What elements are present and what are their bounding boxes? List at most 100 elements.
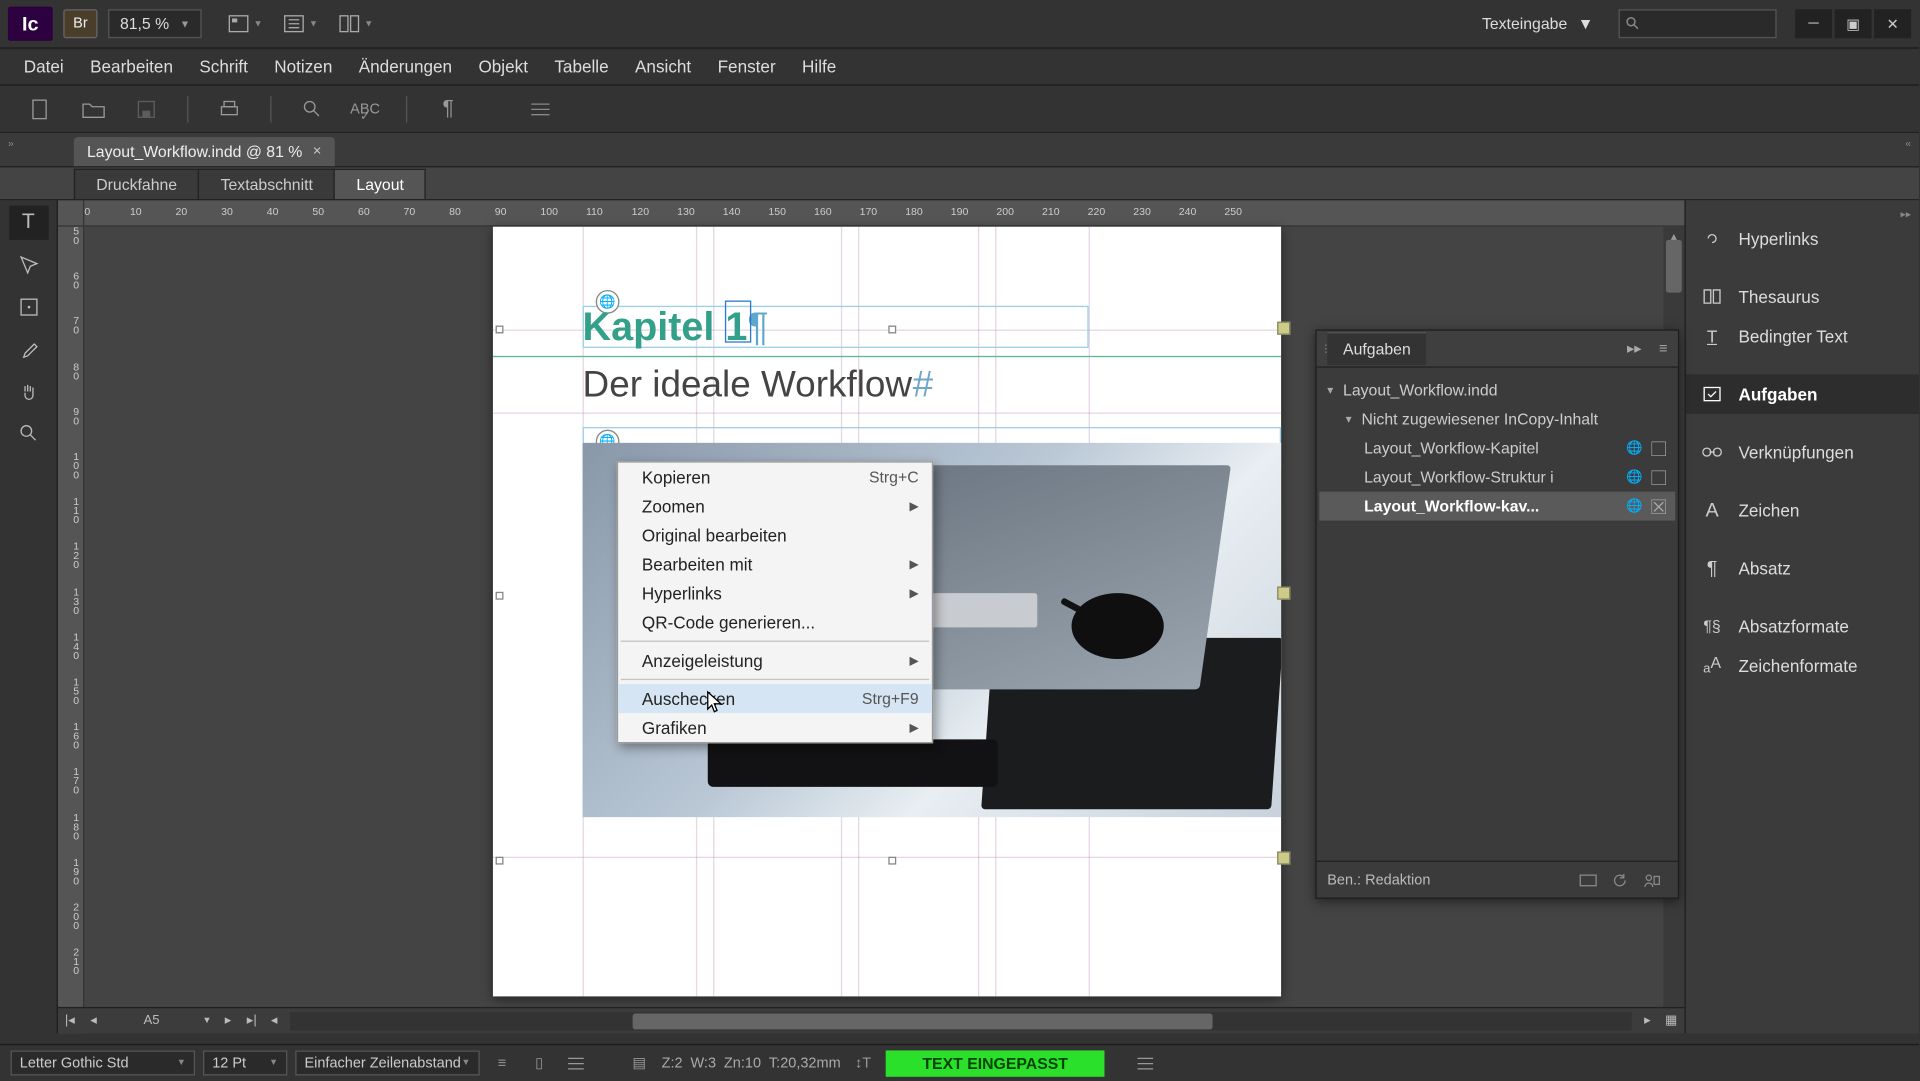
- vertical-ruler[interactable]: 5060708090100110120130140150160170180190…: [58, 227, 84, 1034]
- spellcheck-icon[interactable]: ABC✓: [351, 94, 380, 123]
- horizontal-ruler[interactable]: 0102030405060708090100110120130140150160…: [84, 200, 1684, 226]
- frame-handle[interactable]: [496, 326, 504, 334]
- prev-page-button[interactable]: ◂: [82, 1014, 106, 1028]
- assignment-tree-row[interactable]: Layout_Workflow-Struktur i🌐: [1319, 463, 1675, 492]
- dock-panel-verknüpfungen[interactable]: Verknüpfungen: [1686, 432, 1919, 472]
- window-close-button[interactable]: ✕: [1874, 9, 1911, 38]
- context-menu-item[interactable]: Grafiken▶: [618, 713, 932, 742]
- open-icon[interactable]: [79, 94, 108, 123]
- frame-outport[interactable]: [1277, 322, 1290, 335]
- menu-schrift[interactable]: Schrift: [186, 51, 261, 81]
- dock-panel-hyperlinks[interactable]: Hyperlinks: [1686, 219, 1919, 259]
- copyfit-icon[interactable]: ↕T: [849, 1050, 878, 1075]
- depth-icon[interactable]: ▯: [525, 1050, 554, 1075]
- menu-datei[interactable]: Datei: [11, 51, 77, 81]
- dock-panel-aufgaben[interactable]: Aufgaben: [1686, 374, 1919, 414]
- collapse-dock-icon[interactable]: ▸▸: [1686, 208, 1919, 219]
- ruler-origin[interactable]: [58, 200, 84, 226]
- context-menu-item[interactable]: QR-Code generieren...: [618, 608, 932, 637]
- tree-status-icon[interactable]: [1646, 438, 1670, 459]
- next-page-button[interactable]: ▸: [216, 1014, 240, 1028]
- paragraph-icon[interactable]: [561, 1050, 590, 1075]
- menu-tabelle[interactable]: Tabelle: [541, 51, 622, 81]
- assignments-tab[interactable]: Aufgaben: [1327, 332, 1426, 365]
- menu-änderungen[interactable]: Änderungen: [346, 51, 466, 81]
- dock-panel-absatzformate[interactable]: ¶§Absatzformate: [1686, 606, 1919, 646]
- status-menu-icon[interactable]: [1131, 1050, 1160, 1075]
- tree-status-icon[interactable]: [1646, 496, 1670, 517]
- assignments-panel[interactable]: ⋮ Aufgaben ▸▸ ≡ ▾Layout_Workflow.indd▾Ni…: [1315, 330, 1679, 899]
- leading-select[interactable]: Einfacher Zeilenabstand▼: [295, 1050, 480, 1075]
- page-dropdown[interactable]: ▼: [198, 1016, 216, 1025]
- zoom-tool[interactable]: [9, 416, 49, 450]
- panel-grip-icon[interactable]: ⋮: [1317, 343, 1328, 355]
- stats-icon[interactable]: ▤: [625, 1050, 654, 1075]
- horizontal-scrollbar[interactable]: [290, 1012, 1632, 1030]
- disclosure-triangle-icon[interactable]: ▾: [1346, 412, 1362, 426]
- last-page-button[interactable]: ▸|: [240, 1014, 264, 1028]
- find-icon[interactable]: [298, 94, 327, 123]
- menu-notizen[interactable]: Notizen: [261, 51, 345, 81]
- context-menu-item[interactable]: Bearbeiten mit▶: [618, 550, 932, 579]
- frame-handle[interactable]: [496, 857, 504, 865]
- subtitle-heading[interactable]: Der ideale Workflow#: [583, 364, 933, 407]
- eyedropper-tool[interactable]: [9, 332, 49, 366]
- position-tool[interactable]: [9, 290, 49, 324]
- dock-panel-absatz[interactable]: ¶Absatz: [1686, 548, 1919, 588]
- view-tab-textabschnitt[interactable]: Textabschnitt: [198, 169, 335, 199]
- dock-panel-zeichen[interactable]: AZeichen: [1686, 490, 1919, 530]
- scroll-thumb[interactable]: [1666, 240, 1682, 293]
- collapse-icon[interactable]: «: [1905, 137, 1911, 149]
- frame-handle[interactable]: [888, 326, 896, 334]
- split-view-icon[interactable]: ▦: [1658, 1014, 1684, 1028]
- tree-status-icon[interactable]: [1646, 467, 1670, 488]
- document-tab[interactable]: Layout_Workflow.indd @ 81 % ×: [74, 137, 335, 166]
- frame-outport[interactable]: [1277, 851, 1290, 864]
- menu-bearbeiten[interactable]: Bearbeiten: [77, 51, 186, 81]
- menu-ansicht[interactable]: Ansicht: [622, 51, 705, 81]
- hscroll-right-icon[interactable]: ▸: [1637, 1014, 1658, 1028]
- pilcrow-icon[interactable]: ¶: [434, 94, 463, 123]
- first-page-button[interactable]: |◂: [58, 1014, 82, 1028]
- user-icon[interactable]: [1636, 867, 1668, 893]
- tree-status-icon[interactable]: 🌐: [1622, 467, 1646, 488]
- zoom-level-select[interactable]: 81,5 % ▼: [108, 9, 202, 38]
- window-minimize-button[interactable]: ─: [1795, 9, 1832, 38]
- view-mode-button-2[interactable]: ▼: [284, 9, 318, 38]
- frame-outport[interactable]: [1277, 587, 1290, 600]
- font-size-select[interactable]: 12 Pt▼: [203, 1050, 287, 1075]
- collapse-panel-icon[interactable]: ▸▸: [1620, 340, 1649, 357]
- assignment-tree-row[interactable]: ▾Layout_Workflow.indd: [1319, 376, 1675, 405]
- menu-objekt[interactable]: Objekt: [465, 51, 541, 81]
- scroll-thumb[interactable]: [633, 1013, 1213, 1029]
- workspace-mode-select[interactable]: Texteingabe ▼: [1470, 11, 1605, 37]
- tree-status-icon[interactable]: 🌐: [1622, 438, 1646, 459]
- dock-panel-bedingter text[interactable]: T̲Bedingter Text: [1686, 316, 1919, 356]
- refresh-icon[interactable]: [1604, 867, 1636, 893]
- note-tool[interactable]: [9, 248, 49, 282]
- assignment-tree-row[interactable]: Layout_Workflow-kav...🌐: [1319, 492, 1675, 521]
- expand-icon[interactable]: »: [8, 137, 14, 149]
- dock-panel-thesaurus[interactable]: Thesaurus: [1686, 277, 1919, 317]
- hand-tool[interactable]: [9, 374, 49, 408]
- close-tab-icon[interactable]: ×: [313, 144, 321, 160]
- context-menu-item[interactable]: Anzeigeleistung▶: [618, 646, 932, 675]
- search-input[interactable]: [1619, 9, 1777, 38]
- window-maximize-button[interactable]: ▣: [1835, 9, 1872, 38]
- save-icon[interactable]: [132, 94, 161, 123]
- tree-status-icon[interactable]: 🌐: [1622, 496, 1646, 517]
- dock-panel-zeichenformate[interactable]: aAZeichenformate: [1686, 646, 1919, 686]
- frame-handle[interactable]: [496, 592, 504, 600]
- menu-hilfe[interactable]: Hilfe: [789, 51, 850, 81]
- hscroll-left-icon[interactable]: ◂: [264, 1014, 285, 1028]
- menu-fenster[interactable]: Fenster: [704, 51, 788, 81]
- panel-menu-icon[interactable]: ≡: [1649, 341, 1678, 357]
- menu-icon[interactable]: [526, 94, 555, 123]
- context-menu-item[interactable]: Zoomen▶: [618, 492, 932, 521]
- page-field[interactable]: A5: [105, 1014, 197, 1028]
- context-menu-item[interactable]: KopierenStrg+C: [618, 463, 932, 492]
- arrange-button[interactable]: ▼: [339, 9, 373, 38]
- assignment-tree-row[interactable]: Layout_Workflow-Kapitel🌐: [1319, 434, 1675, 463]
- bridge-button[interactable]: Br: [63, 9, 97, 38]
- disclosure-triangle-icon[interactable]: ▾: [1327, 383, 1343, 397]
